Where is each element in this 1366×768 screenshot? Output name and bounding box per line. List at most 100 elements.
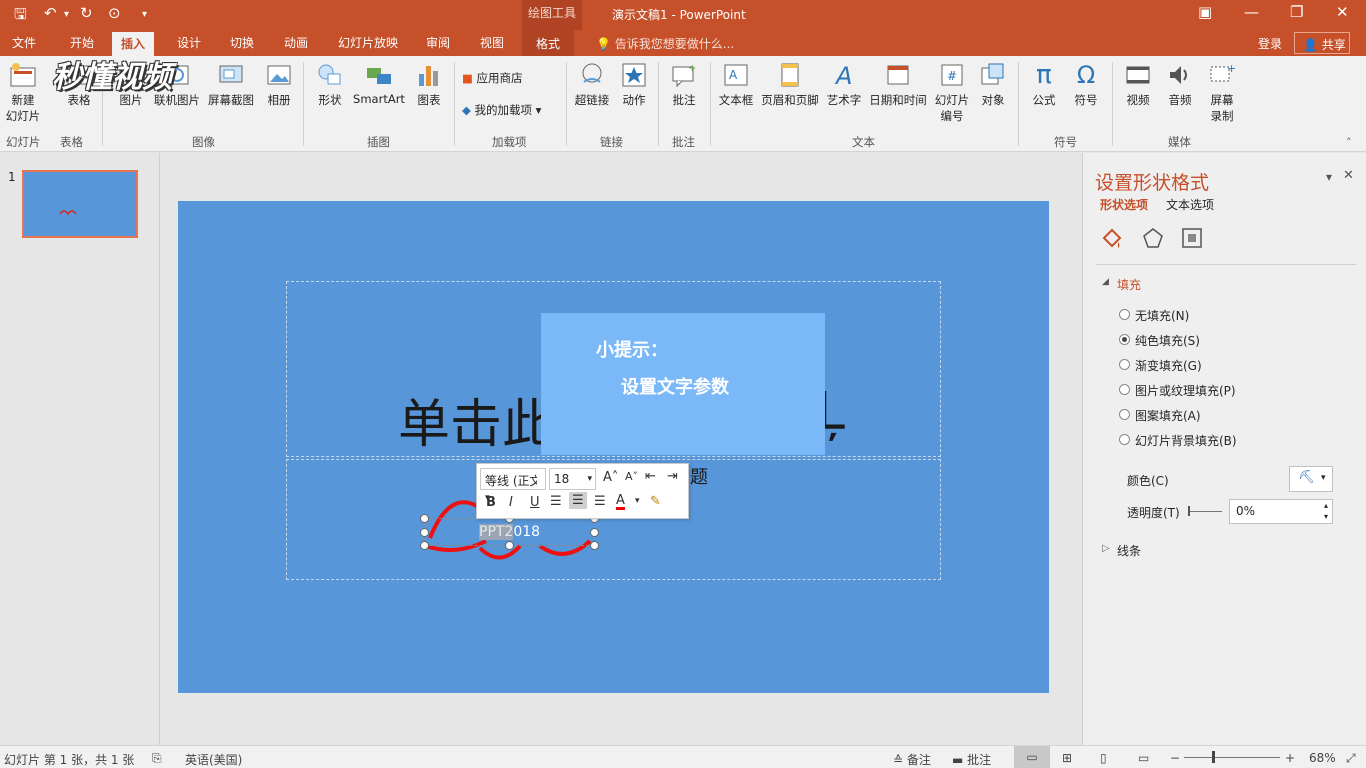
normal-view-icon[interactable]: ▭: [1014, 746, 1050, 768]
tab-animations[interactable]: 动画: [284, 34, 308, 51]
audio-button[interactable]: 音频: [1162, 60, 1198, 108]
shrink-font-button[interactable]: A˅: [625, 470, 638, 483]
video-button[interactable]: 视频: [1120, 60, 1156, 108]
smartart-button[interactable]: SmartArt: [352, 60, 406, 106]
chart-button[interactable]: 图表: [412, 60, 446, 108]
font-name-select[interactable]: 等线 (正文▾: [480, 468, 546, 503]
undo-dropdown-icon[interactable]: ▾: [64, 9, 69, 20]
comment-button[interactable]: + 批注: [666, 60, 702, 108]
screen-record-button[interactable]: + 屏幕 录制: [1204, 60, 1240, 124]
share-button[interactable]: 👤 共享: [1294, 32, 1350, 54]
effects-icon[interactable]: [1141, 226, 1165, 250]
collapse-ribbon-icon[interactable]: ˄: [1346, 136, 1352, 149]
tab-slideshow[interactable]: 幻灯片放映: [338, 34, 398, 51]
tab-design[interactable]: 设计: [177, 34, 201, 51]
wordart-button[interactable]: A 艺术字: [824, 60, 864, 108]
transparency-slider[interactable]: [1188, 511, 1222, 512]
redo-icon[interactable]: ↻: [80, 4, 93, 22]
zoom-in-button[interactable]: +: [1285, 751, 1295, 765]
decrease-indent-icon[interactable]: ⇤: [645, 469, 656, 484]
hyperlink-button[interactable]: 超链接: [572, 60, 612, 108]
slide-sorter-icon[interactable]: ⊞: [1062, 751, 1072, 765]
tab-format[interactable]: 格式: [522, 30, 575, 56]
pane-close-button[interactable]: ✕: [1343, 168, 1354, 183]
save-icon[interactable]: 🖫: [14, 4, 27, 29]
resize-handle[interactable]: [590, 528, 599, 537]
customize-qat-icon[interactable]: ▾: [142, 9, 147, 20]
align-right-icon[interactable]: ☰: [594, 494, 606, 509]
format-painter-icon[interactable]: ✎: [650, 494, 661, 509]
slide-thumbnail[interactable]: [22, 170, 138, 238]
fill-line-icon[interactable]: [1100, 226, 1124, 250]
transparency-input[interactable]: 0% ▴ ▾: [1229, 499, 1333, 524]
zoom-level[interactable]: 68%: [1309, 751, 1336, 765]
action-button[interactable]: 动作: [618, 60, 650, 108]
tab-transitions[interactable]: 切换: [230, 34, 254, 51]
tab-view[interactable]: 视图: [480, 34, 504, 51]
spellcheck-icon[interactable]: ⎘: [152, 751, 162, 766]
tell-me-box[interactable]: 💡 告诉我您想要做什么...: [596, 35, 734, 52]
slide-number-button[interactable]: # 幻灯片 编号: [932, 60, 972, 124]
minimize-button[interactable]: —: [1244, 3, 1259, 21]
tab-home[interactable]: 开始: [70, 34, 94, 51]
grow-font-button[interactable]: A˄: [603, 470, 618, 485]
object-button[interactable]: 对象: [976, 60, 1010, 108]
tab-review[interactable]: 审阅: [426, 34, 450, 51]
login-link[interactable]: 登录: [1258, 35, 1282, 52]
align-left-icon[interactable]: ☰: [550, 494, 562, 509]
radio-pattern-fill[interactable]: [1119, 409, 1130, 420]
tab-shape-options[interactable]: 形状选项: [1100, 196, 1148, 213]
ribbon-display-icon[interactable]: ▣: [1198, 3, 1212, 21]
notes-button[interactable]: ≙ 备注: [893, 751, 931, 768]
shapes-button[interactable]: 形状: [312, 60, 348, 108]
resize-handle[interactable]: [420, 541, 429, 550]
datetime-button[interactable]: 日期和时间: [866, 60, 930, 108]
underline-button[interactable]: U: [530, 495, 540, 510]
radio-picture-fill[interactable]: [1119, 384, 1130, 395]
symbol-button[interactable]: Ω 符号: [1068, 60, 1104, 108]
present-icon[interactable]: ⊙: [108, 4, 121, 22]
selected-text[interactable]: PPT2018: [479, 524, 540, 540]
resize-handle[interactable]: [420, 514, 429, 523]
new-slide-button[interactable]: 新建 幻灯片: [2, 60, 44, 124]
radio-slide-background-fill[interactable]: [1119, 434, 1130, 445]
reading-view-icon[interactable]: ▯: [1100, 751, 1107, 765]
chevron-down-icon[interactable]: ▾: [635, 496, 640, 506]
transparency-slider-thumb[interactable]: [1188, 506, 1190, 516]
comments-button[interactable]: ▬ 批注: [952, 751, 991, 768]
resize-handle[interactable]: [505, 541, 514, 550]
font-size-select[interactable]: 18 ▾: [549, 468, 596, 490]
size-properties-icon[interactable]: [1180, 226, 1204, 250]
pane-options-icon[interactable]: ▾: [1326, 170, 1332, 184]
font-color-button[interactable]: A: [616, 494, 625, 510]
tab-text-options[interactable]: 文本选项: [1166, 196, 1214, 213]
equation-button[interactable]: π 公式: [1026, 60, 1062, 108]
my-addins-button[interactable]: ◆ 我的加载项 ▾: [462, 102, 562, 118]
fill-section-header[interactable]: 填充: [1117, 276, 1141, 293]
color-picker-button[interactable]: ⛏ ▾: [1289, 466, 1333, 492]
close-button[interactable]: ✕: [1336, 3, 1349, 21]
tab-file[interactable]: 文件: [12, 34, 36, 51]
line-section-header[interactable]: 线条: [1117, 542, 1141, 559]
radio-no-fill[interactable]: [1119, 309, 1130, 320]
language-indicator[interactable]: 英语(美国): [185, 751, 242, 768]
increase-indent-icon[interactable]: ⇥: [667, 469, 678, 484]
fit-to-window-icon[interactable]: ⤢: [1346, 751, 1356, 766]
store-button[interactable]: ■ 应用商店: [462, 70, 558, 86]
slideshow-icon[interactable]: ▭: [1138, 751, 1149, 765]
zoom-slider-thumb[interactable]: [1212, 751, 1215, 763]
textbox-button[interactable]: A 文本框: [716, 60, 756, 108]
radio-gradient-fill[interactable]: [1119, 359, 1130, 370]
align-center-icon[interactable]: ☰: [569, 492, 587, 509]
resize-handle[interactable]: [420, 528, 429, 537]
album-button[interactable]: 相册: [262, 60, 296, 108]
restore-button[interactable]: ❐: [1290, 3, 1303, 21]
header-footer-button[interactable]: 页眉和页脚: [758, 60, 822, 108]
zoom-slider[interactable]: [1184, 757, 1280, 758]
zoom-out-button[interactable]: −: [1170, 751, 1180, 765]
bold-button[interactable]: B: [486, 495, 496, 510]
italic-button[interactable]: I: [509, 495, 513, 510]
undo-icon[interactable]: ↶: [44, 4, 57, 22]
radio-solid-fill[interactable]: [1119, 334, 1130, 345]
spinner-icon[interactable]: ▴ ▾: [1324, 500, 1328, 522]
